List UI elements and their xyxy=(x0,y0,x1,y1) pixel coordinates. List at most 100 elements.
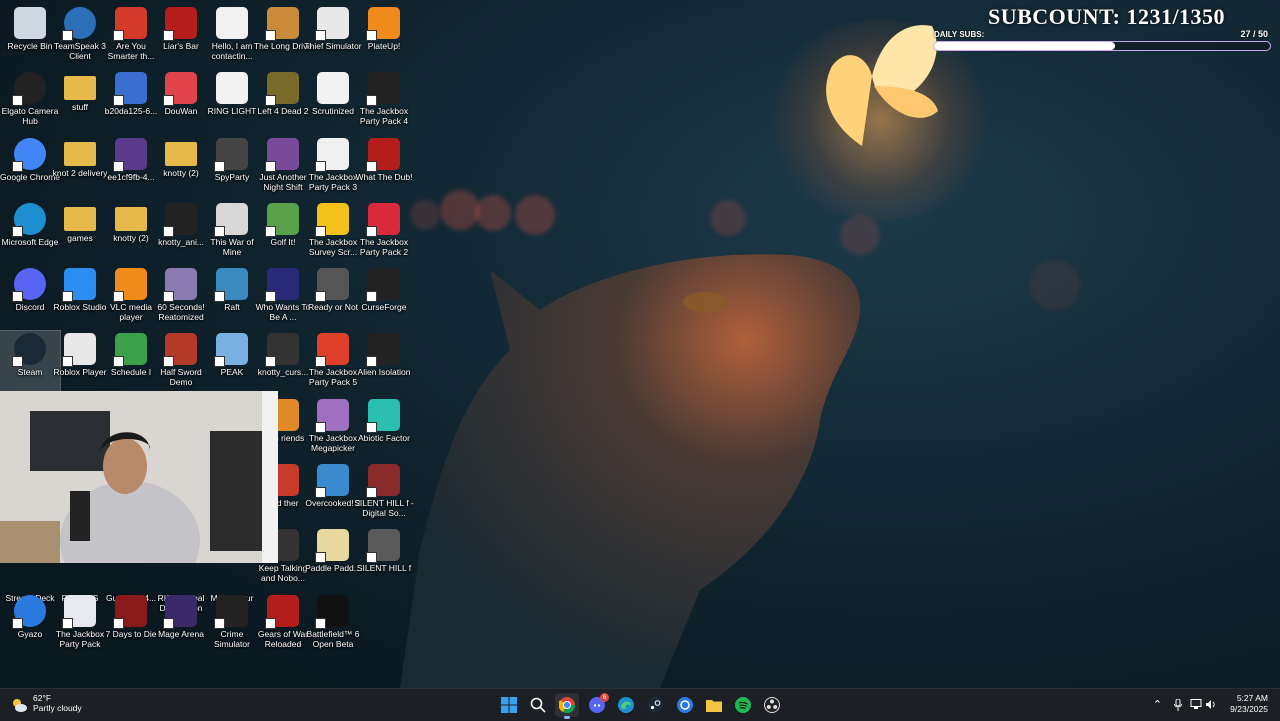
discord-taskbar[interactable]: 6 xyxy=(585,693,609,717)
game-icon xyxy=(113,333,147,367)
image-icon xyxy=(113,138,147,172)
desktop-icon[interactable]: The Jackbox Party Pack 2 xyxy=(354,201,414,263)
folder-icon xyxy=(165,142,197,166)
network-icon[interactable] xyxy=(1190,699,1202,710)
curseforge-icon xyxy=(366,268,400,302)
document-icon xyxy=(317,72,349,104)
desktop-icon[interactable]: Battlefield™ 6 Open Beta xyxy=(303,593,363,655)
game-icon xyxy=(163,7,197,41)
daily-subs-progress-fill xyxy=(934,42,1116,50)
daily-subs-label: DAILY SUBS: xyxy=(934,30,985,39)
image-icon xyxy=(113,72,147,106)
game-icon xyxy=(113,7,147,41)
game-icon xyxy=(163,268,197,302)
game-icon xyxy=(366,399,400,433)
desktop-icon[interactable]: SILENT HILL f xyxy=(354,527,414,589)
game-icon xyxy=(366,203,400,237)
desktop-icon-label: PlateUp! xyxy=(367,41,401,51)
game-icon xyxy=(265,268,299,302)
subcount-title: SUBCOUNT: 1231/1350 xyxy=(988,4,1226,29)
roblox-studio-icon xyxy=(62,268,96,302)
game-icon xyxy=(163,333,197,367)
webcam-person xyxy=(0,391,278,563)
game-icon xyxy=(113,595,147,629)
game-icon xyxy=(265,72,299,106)
daily-subs-progress xyxy=(933,41,1271,51)
desktop-icon-label: Abiotic Factor xyxy=(358,433,410,443)
microphone-icon[interactable] xyxy=(1174,699,1182,711)
taskbar: 62°F Partly cloudy 6 ⌃ 5:27 AM 9/23/2025 xyxy=(0,688,1280,721)
game-icon xyxy=(214,595,248,629)
volume-icon[interactable] xyxy=(1205,699,1217,710)
desktop-icon[interactable]: PlateUp! xyxy=(354,5,414,67)
discord-icon xyxy=(12,268,46,302)
desktop-icon-label: SILENT HILL f - Digital So... xyxy=(354,498,414,518)
desktop-icon-label: Battlefield™ 6 Open Beta xyxy=(306,629,360,649)
steam-icon xyxy=(12,333,46,367)
edge-taskbar[interactable] xyxy=(614,693,638,717)
desktop-icon[interactable]: The Jackbox Party Pack 4 xyxy=(354,70,414,132)
file-explorer-taskbar[interactable] xyxy=(702,693,726,717)
clock-date: 9/23/2025 xyxy=(1230,704,1268,714)
folder-icon xyxy=(64,142,96,166)
folder-icon xyxy=(115,207,147,231)
vlc-icon xyxy=(113,268,147,302)
video-icon xyxy=(163,203,197,237)
game-icon xyxy=(315,203,349,237)
file-icon xyxy=(265,333,299,367)
game-icon xyxy=(315,529,349,563)
desktop-icon[interactable]: CurseForge xyxy=(354,266,414,328)
game-icon xyxy=(265,595,299,629)
taskbar-clock[interactable]: 5:27 AM 9/23/2025 xyxy=(1230,693,1268,715)
spotify-taskbar[interactable] xyxy=(731,693,755,717)
cat-silhouette xyxy=(400,254,861,688)
game-icon xyxy=(315,138,349,172)
spotify-icon xyxy=(735,697,751,713)
glowing-moth xyxy=(826,25,938,147)
start-button[interactable] xyxy=(497,693,521,717)
game-icon xyxy=(265,138,299,172)
game-icon xyxy=(265,203,299,237)
desktop-icon-label: What The Dub! xyxy=(355,172,413,182)
game-icon xyxy=(214,138,248,172)
game-icon xyxy=(214,333,248,367)
edge-icon xyxy=(12,203,46,237)
desktop-icon[interactable]: SILENT HILL f - Digital So... xyxy=(354,462,414,524)
document-icon xyxy=(216,7,248,39)
gyazo-icon xyxy=(12,595,46,629)
search-button[interactable] xyxy=(526,693,550,717)
weather-desc: Partly cloudy xyxy=(33,703,82,713)
recycle-bin-icon xyxy=(14,7,46,39)
game-icon xyxy=(366,72,400,106)
teamspeak-icon xyxy=(62,7,96,41)
app-icon xyxy=(163,72,197,106)
steam-taskbar[interactable] xyxy=(643,693,667,717)
folder-icon xyxy=(706,698,722,712)
game-icon xyxy=(315,268,349,302)
game-icon xyxy=(315,399,349,433)
folder-icon xyxy=(64,76,96,100)
show-hidden-icons-chevron-icon[interactable]: ⌃ xyxy=(1153,698,1162,711)
steam-icon xyxy=(647,697,663,713)
partly-cloudy-icon xyxy=(13,699,27,712)
chrome-icon xyxy=(559,697,575,713)
desktop-icon-label: The Jackbox Party Pack 4 xyxy=(359,106,409,126)
game-icon xyxy=(366,138,400,172)
daily-subs-value: 27 / 50 xyxy=(1240,29,1268,39)
webcam-overlay xyxy=(0,391,278,563)
desktop-icon[interactable]: Abiotic Factor xyxy=(354,397,414,459)
game-icon xyxy=(265,7,299,41)
chrome-taskbar[interactable] xyxy=(555,693,579,719)
desktop-icon-label: The Jackbox Party Pack 2 xyxy=(359,237,409,257)
desktop-icon[interactable]: What The Dub! xyxy=(354,136,414,198)
game-icon xyxy=(366,7,400,41)
gyazo-taskbar[interactable] xyxy=(673,693,697,717)
chrome-icon xyxy=(12,138,46,172)
document-icon xyxy=(216,72,248,104)
game-icon xyxy=(315,333,349,367)
desktop-icon-label: SILENT HILL f xyxy=(356,563,412,573)
windows-icon xyxy=(501,697,517,713)
desktop-icon[interactable]: Alien Isolation xyxy=(354,331,414,393)
obs-taskbar[interactable] xyxy=(760,693,784,717)
game-icon xyxy=(366,333,400,367)
